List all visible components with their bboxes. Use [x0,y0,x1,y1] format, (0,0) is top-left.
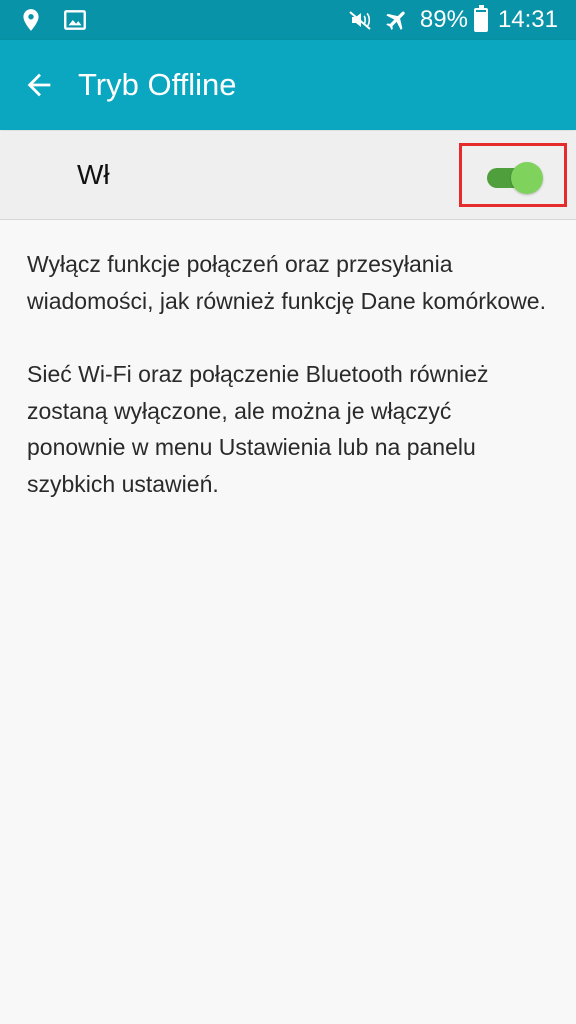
toggle-thumb [511,162,543,194]
battery-icon [473,5,488,32]
back-arrow-icon[interactable] [22,68,56,102]
status-bar: 89% 14:31 [0,0,576,40]
mute-icon [349,11,371,30]
description-paragraph-1: Wyłącz funkcje połączeń oraz przesyłania… [27,251,546,314]
description-paragraph-2: Sieć Wi-Fi oraz połączenie Bluetooth rów… [27,361,489,497]
main-switch-row[interactable]: Wł [0,131,576,220]
offline-mode-toggle[interactable] [487,160,545,196]
battery-percent: 89% [419,6,468,33]
status-left-icons [18,7,88,33]
status-time: 14:31 [497,6,558,33]
description: Wyłącz funkcje połączeń oraz przesyłania… [27,246,547,539]
status-right-icons: 89% 14:31 [348,5,558,34]
location-icon [23,9,39,31]
switch-label: Wł [77,159,110,190]
app-bar: Tryb Offline [0,40,576,130]
airplane-icon [386,11,405,30]
page-title: Tryb Offline [78,67,237,102]
battery-fill [475,12,486,30]
image-icon [64,10,86,30]
